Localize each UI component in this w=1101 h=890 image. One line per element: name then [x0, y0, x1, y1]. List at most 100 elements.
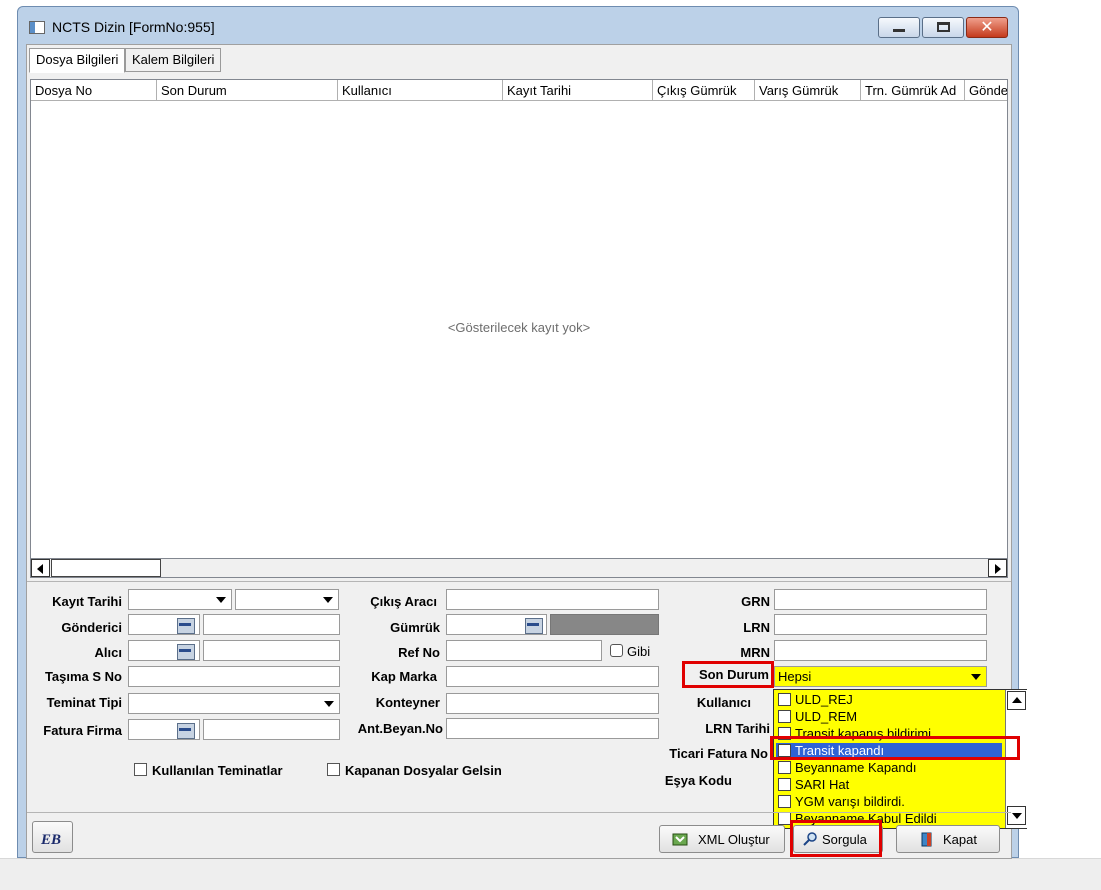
fatura-firma-name-field[interactable]	[203, 719, 340, 740]
label-son-durum: Son Durum	[698, 667, 769, 682]
kayit-tarihi-start-combo[interactable]	[128, 589, 232, 610]
xml-olustur-label: XML Oluştur	[698, 832, 770, 847]
kapanan-dosyalar-checkbox[interactable]	[327, 763, 340, 776]
arrow-down-icon	[1012, 813, 1022, 819]
kapat-button[interactable]: Kapat	[896, 825, 1000, 853]
arrow-left-icon	[37, 564, 43, 574]
chevron-down-icon	[971, 674, 981, 680]
scroll-thumb[interactable]	[51, 559, 161, 577]
label-esya-kodu: Eşya Kodu	[664, 773, 732, 788]
konteyner-input[interactable]	[446, 693, 659, 714]
kapat-label: Kapat	[943, 832, 977, 847]
list-item[interactable]: ULD_REM	[778, 709, 857, 726]
gonderici-name-field[interactable]	[203, 614, 340, 635]
ant-beyan-no-input[interactable]	[446, 718, 659, 739]
lrn-input[interactable]	[774, 614, 987, 635]
gonderici-code-field[interactable]	[128, 614, 200, 635]
xml-olustur-button[interactable]: XML Oluştur	[659, 825, 785, 853]
label-konteyner: Konteyner	[375, 695, 440, 710]
eb-logo-icon: EB	[40, 832, 61, 848]
list-item[interactable]: SARI Hat	[778, 777, 849, 794]
chevron-down-icon	[323, 597, 333, 603]
lookup-icon[interactable]	[177, 723, 195, 739]
column-header[interactable]: Gönde	[965, 80, 1007, 101]
list-item[interactable]: YGM varışı bildirdi.	[778, 794, 905, 811]
label-lrn: LRN	[743, 620, 770, 635]
close-button[interactable]: ✕	[966, 17, 1008, 38]
cikis-araci-input[interactable]	[446, 589, 659, 610]
kayit-tarihi-end-combo[interactable]	[235, 589, 339, 610]
alici-code-field[interactable]	[128, 640, 200, 661]
list-item[interactable]: Beyanname Kapandı	[778, 760, 916, 777]
lookup-icon[interactable]	[177, 618, 195, 634]
label-mrn: MRN	[740, 645, 770, 660]
grn-input[interactable]	[774, 589, 987, 610]
checkbox[interactable]	[778, 761, 791, 774]
label-ref-no: Ref No	[398, 645, 440, 660]
son-durum-combo[interactable]: Hepsi	[774, 666, 987, 687]
tasima-s-no-input[interactable]	[128, 666, 340, 687]
grid-horizontal-scrollbar[interactable]	[30, 558, 1008, 578]
column-header[interactable]: Varış Gümrük	[755, 80, 861, 101]
column-header[interactable]: Dosya No	[31, 80, 157, 101]
label-teminat-tipi: Teminat Tipi	[46, 695, 122, 710]
arrow-up-icon	[1012, 697, 1022, 703]
transit-kapandi-annotation	[770, 736, 1020, 760]
label-fatura-firma: Fatura Firma	[43, 723, 122, 738]
chevron-down-icon	[324, 701, 334, 707]
alici-name-field[interactable]	[203, 640, 340, 661]
kap-marka-input[interactable]	[446, 666, 659, 687]
scroll-up-button[interactable]	[1007, 691, 1026, 710]
label-kullanici: Kullanıcı	[696, 695, 751, 710]
maximize-icon	[937, 22, 950, 32]
chevron-down-icon	[216, 597, 226, 603]
son-durum-value: Hepsi	[778, 669, 812, 684]
maximize-button[interactable]	[922, 17, 964, 38]
xml-icon	[672, 833, 688, 846]
lookup-icon[interactable]	[525, 618, 543, 634]
option-label: YGM varışı bildirdi.	[795, 794, 905, 809]
scroll-right-button[interactable]	[988, 559, 1007, 577]
ref-no-input[interactable]	[446, 640, 602, 661]
checkbox[interactable]	[778, 795, 791, 808]
gumruk-code-field[interactable]	[446, 614, 547, 635]
label-kayit-tarihi: Kayıt Tarihi	[52, 594, 122, 609]
lookup-icon[interactable]	[177, 644, 195, 660]
checkbox[interactable]	[778, 778, 791, 791]
label-cikis-araci: Çıkış Aracı	[370, 594, 437, 609]
column-header[interactable]: Son Durum	[157, 80, 338, 101]
column-header[interactable]: Çıkış Gümrük	[653, 80, 755, 101]
label-gumruk: Gümrük	[390, 620, 440, 635]
column-header[interactable]: Kullanıcı	[338, 80, 503, 101]
checkbox[interactable]	[778, 710, 791, 723]
minimize-button[interactable]	[878, 17, 920, 38]
arrow-right-icon	[995, 564, 1001, 574]
checkbox[interactable]	[778, 693, 791, 706]
option-label: SARI Hat	[795, 777, 850, 792]
label-gonderici: Gönderici	[61, 620, 122, 635]
gibi-label: Gibi	[627, 644, 651, 659]
list-item[interactable]: ULD_REJ	[778, 692, 853, 709]
scroll-down-button[interactable]	[1007, 806, 1026, 825]
column-header[interactable]: Kayıt Tarihi	[503, 80, 653, 101]
scroll-left-button[interactable]	[31, 559, 50, 577]
label-alici: Alıcı	[94, 645, 122, 660]
label-ticari-fatura-no: Ticari Fatura No	[669, 746, 768, 761]
label-grn: GRN	[741, 594, 770, 609]
ncts-window: NCTS Dizin [FormNo:955] ✕ Dosya Bilgiler…	[17, 6, 1027, 859]
divider	[27, 581, 1011, 582]
tab-kalem-bilgileri[interactable]: Kalem Bilgileri	[125, 48, 222, 72]
teminat-tipi-combo[interactable]	[128, 693, 340, 714]
svg-text:EB: EB	[40, 832, 61, 848]
gibi-checkbox[interactable]	[610, 644, 623, 657]
records-grid[interactable]: Dosya No Son Durum Kullanıcı Kayıt Tarih…	[30, 79, 1008, 577]
tab-dosya-bilgileri[interactable]: Dosya Bilgileri	[29, 48, 126, 73]
mrn-input[interactable]	[774, 640, 987, 661]
empty-grid-message: <Gösterilecek kayıt yok>	[447, 320, 591, 335]
fatura-firma-code-field[interactable]	[128, 719, 200, 740]
kullanilan-teminatlar-checkbox[interactable]	[134, 763, 147, 776]
client-area: Dosya Bilgileri Kalem Bilgileri Dosya No…	[26, 44, 1027, 859]
eb-logo-button[interactable]: EB	[32, 821, 73, 853]
column-header[interactable]: Trn. Gümrük Ad	[861, 80, 965, 101]
sorgula-annotation	[790, 820, 882, 857]
